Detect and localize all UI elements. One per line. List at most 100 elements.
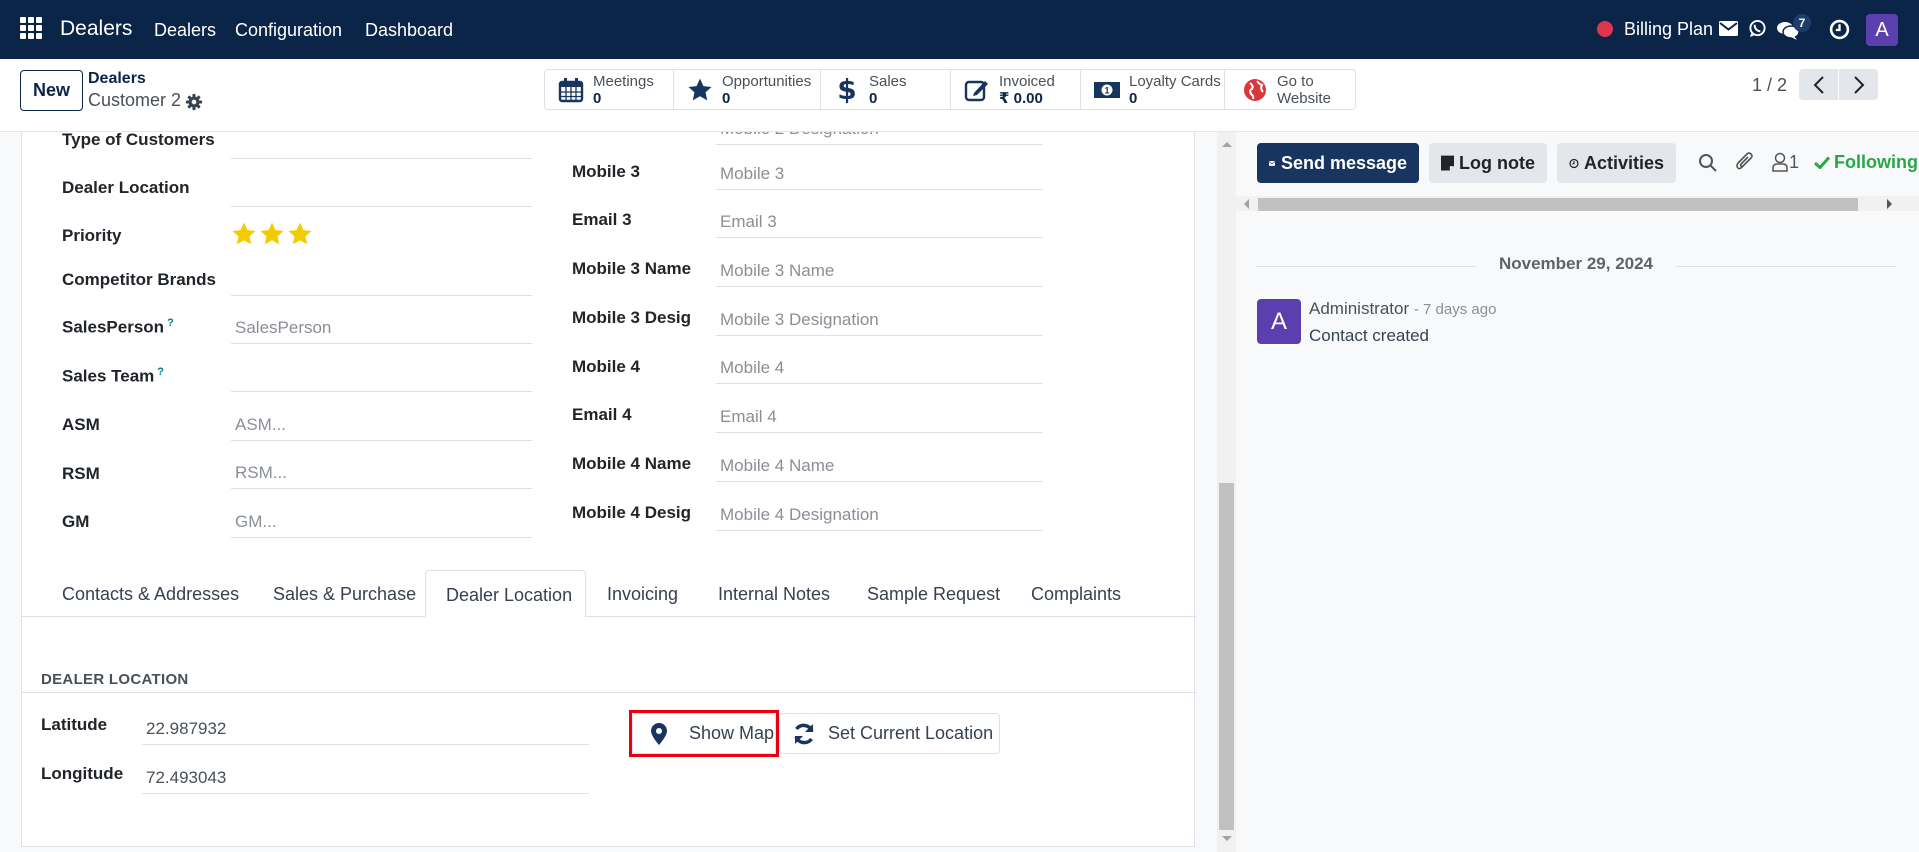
smart-buttons: Meetings 0 Opportunities 0 $ Sales 0 Invoic… <box>544 69 1356 110</box>
form-scrollbar[interactable] <box>1217 132 1236 852</box>
discuss-badge: 7 <box>1793 14 1811 32</box>
tab-invoicing[interactable]: Invoicing <box>607 570 678 617</box>
send-message-button[interactable]: Send message <box>1257 143 1419 183</box>
help-tooltip-icon[interactable]: ? <box>157 366 164 378</box>
priority-star-3[interactable] <box>287 221 313 247</box>
date-separator: November 29, 2024 <box>1256 254 1896 278</box>
mobile-3-designation-input[interactable]: Mobile 3 Designation <box>716 302 1043 336</box>
star-icon <box>686 76 714 104</box>
asm-input[interactable]: ASM... <box>231 407 532 441</box>
message-author-avatar[interactable]: A <box>1257 299 1301 344</box>
gear-icon[interactable] <box>185 93 203 111</box>
scrollbar-thumb[interactable] <box>1219 483 1234 830</box>
opportunities-label: Opportunities <box>722 72 812 90</box>
field-label-mobile-3-name: Mobile 3 Name <box>572 259 692 278</box>
gm-input[interactable]: GM... <box>231 504 532 538</box>
mobile-3-input[interactable]: Mobile 3 <box>716 156 1043 190</box>
message-author[interactable]: Administrator <box>1309 299 1409 318</box>
search-icon[interactable] <box>1698 153 1718 173</box>
globe-icon <box>1241 76 1269 104</box>
invoiced-button[interactable]: Invoiced ₹ 0.00 <box>951 70 1081 109</box>
salesperson-label-text: SalesPerson <box>62 317 165 337</box>
mobile-3-name-input[interactable]: Mobile 3 Name <box>716 253 1043 287</box>
menu-configuration[interactable]: Configuration <box>235 20 342 41</box>
sales-button[interactable]: $ Sales 0 <box>821 70 951 109</box>
tab-sample-request[interactable]: Sample Request <box>867 570 1000 617</box>
breadcrumb-current: Customer 2 <box>88 90 182 110</box>
follower-icon[interactable] <box>1772 152 1788 172</box>
scroll-down-icon[interactable] <box>1222 836 1232 841</box>
message-body: Contact created <box>1309 326 1430 345</box>
sales-label: Sales <box>869 72 907 90</box>
log-note-label: Log note <box>1459 152 1535 173</box>
activities-button[interactable]: Activities <box>1557 143 1676 183</box>
loyalty-cards-button[interactable]: 1 Loyalty Cards 0 <box>1081 70 1225 109</box>
rsm-input[interactable]: RSM... <box>231 455 532 489</box>
chatter-horizontal-scrollbar[interactable] <box>1236 196 1919 211</box>
log-note-button[interactable]: Log note <box>1429 143 1547 183</box>
activity-clock-icon[interactable] <box>1829 19 1850 40</box>
chatter-panel: Send message Log note Activities 1 Follo… <box>1236 132 1919 852</box>
menu-dashboard[interactable]: Dashboard <box>365 20 453 41</box>
new-button[interactable]: New <box>20 70 83 111</box>
sales-team-input[interactable] <box>231 358 532 392</box>
email-4-input[interactable]: Email 4 <box>716 399 1043 433</box>
pager-next-button[interactable] <box>1839 69 1878 100</box>
latitude-input[interactable]: 22.987932 <box>142 711 589 745</box>
field-label-mobile-3: Mobile 3 <box>572 162 641 181</box>
field-label-mobile-3-desig: Mobile 3 Desig <box>572 308 692 327</box>
money-bill-icon: 1 <box>1093 76 1121 104</box>
loyalty-cards-value: 0 <box>1129 89 1138 107</box>
help-tooltip-icon[interactable]: ? <box>167 317 174 329</box>
dealer-location-input[interactable] <box>231 173 532 207</box>
app-menu-icon[interactable] <box>20 17 42 39</box>
paperclip-icon[interactable] <box>1735 151 1755 173</box>
mobile-4-designation-input[interactable]: Mobile 4 Designation <box>716 497 1043 531</box>
scroll-left-icon[interactable] <box>1244 199 1249 209</box>
refresh-icon <box>794 723 814 744</box>
scroll-right-icon[interactable] <box>1887 199 1892 209</box>
whatsapp-icon[interactable] <box>1748 19 1767 38</box>
menu-dealers[interactable]: Dealers <box>154 20 216 41</box>
billing-plan-link[interactable]: Billing Plan <box>1624 19 1713 40</box>
field-label-email-4: Email 4 <box>572 405 632 424</box>
field-label-competitor-brands: Competitor Brands <box>62 270 216 289</box>
followers-count[interactable]: 1 <box>1789 152 1799 173</box>
tab-complaints[interactable]: Complaints <box>1031 570 1121 617</box>
mobile-4-input[interactable]: Mobile 4 <box>716 350 1043 384</box>
set-current-location-button[interactable]: Set Current Location <box>779 713 1000 754</box>
tab-dealer-location[interactable]: Dealer Location <box>425 570 586 618</box>
go-to-website-button[interactable]: Go to Website <box>1225 70 1355 109</box>
meetings-button[interactable]: Meetings 0 <box>545 70 674 109</box>
salesperson-input[interactable]: SalesPerson <box>231 310 532 344</box>
email-3-input[interactable]: Email 3 <box>716 204 1043 238</box>
tab-internal-notes[interactable]: Internal Notes <box>718 570 830 617</box>
scroll-up-icon[interactable] <box>1222 142 1232 147</box>
priority-star-1[interactable] <box>231 221 257 247</box>
mobile-4-name-input[interactable]: Mobile 4 Name <box>716 448 1043 482</box>
svg-text:1: 1 <box>1104 85 1109 95</box>
user-avatar[interactable]: A <box>1866 14 1898 46</box>
opportunities-button[interactable]: Opportunities 0 <box>674 70 821 109</box>
field-label-dealer-location: Dealer Location <box>62 178 190 197</box>
field-label-mobile-4-name: Mobile 4 Name <box>572 454 692 473</box>
field-label-sales-team: Sales Team? <box>62 366 164 387</box>
notebook-tabs: Contacts & Addresses Sales & Purchase De… <box>22 570 1196 618</box>
clock-icon <box>1569 158 1579 168</box>
scrollbar-thumb[interactable] <box>1258 198 1858 211</box>
type-of-customers-input[interactable] <box>231 132 532 159</box>
longitude-input[interactable]: 72.493043 <box>142 760 589 794</box>
mail-icon[interactable] <box>1719 21 1738 36</box>
tab-contacts-addresses[interactable]: Contacts & Addresses <box>62 570 239 617</box>
app-name[interactable]: Dealers <box>60 17 132 41</box>
competitor-brands-input[interactable] <box>231 262 532 296</box>
message-time: - 7 days ago <box>1413 301 1497 318</box>
following-button[interactable]: Following <box>1834 152 1918 173</box>
field-label-gm: GM <box>62 512 90 531</box>
edit-icon <box>963 76 991 104</box>
breadcrumb-parent[interactable]: Dealers <box>88 70 146 88</box>
priority-star-2[interactable] <box>259 221 285 247</box>
pager-previous-button[interactable] <box>1799 69 1838 100</box>
tab-sales-purchase[interactable]: Sales & Purchase <box>273 570 416 617</box>
mobile-2-designation-input[interactable]: Mobile 2 Designation <box>716 132 1043 145</box>
